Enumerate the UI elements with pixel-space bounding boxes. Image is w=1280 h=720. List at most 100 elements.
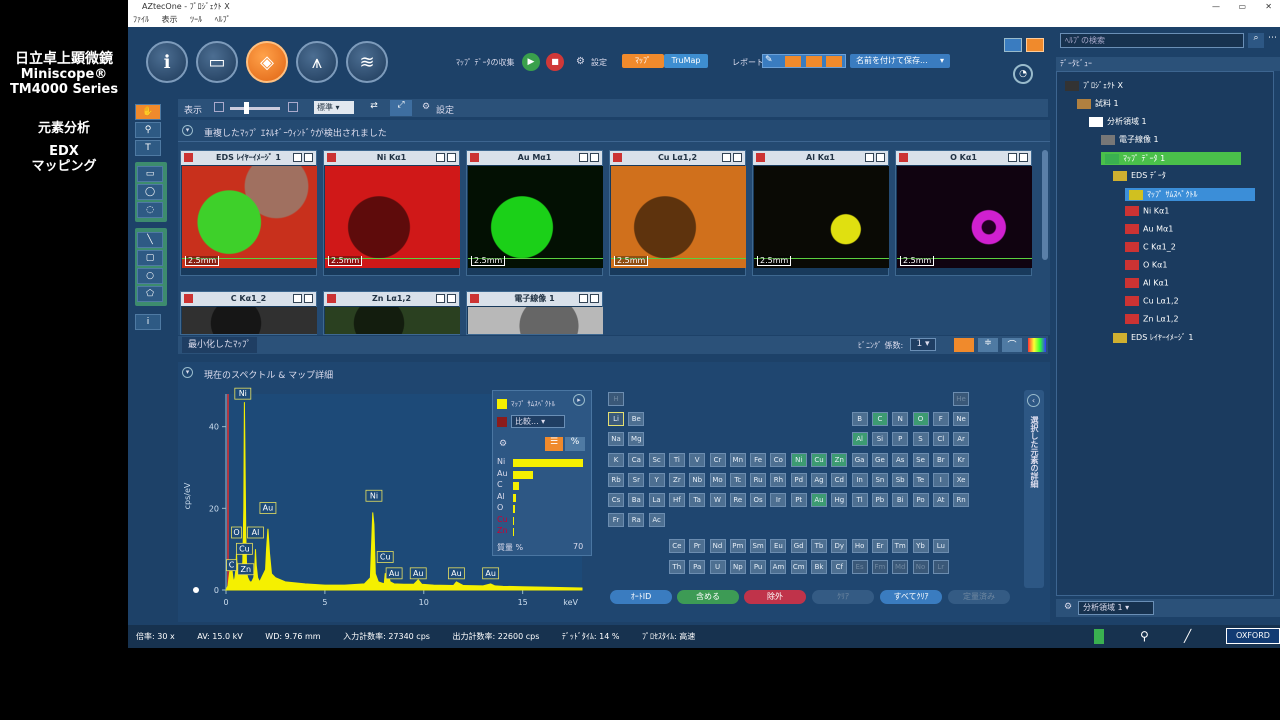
layers-icon[interactable] <box>613 153 622 162</box>
data-view-tab[interactable]: ﾃﾞｰﾀﾋﾞｭｰ <box>1056 57 1280 71</box>
element-Cd[interactable]: Cd <box>831 472 848 487</box>
element-Ti[interactable]: Ti <box>668 452 685 467</box>
download-icon[interactable] <box>579 294 588 303</box>
gauge-icon[interactable]: ◔ <box>1013 64 1033 84</box>
element-Pa[interactable]: Pa <box>689 559 706 574</box>
map-tile[interactable]: Au Mα1 2.5mm <box>466 150 603 276</box>
layers-icon[interactable] <box>327 153 336 162</box>
element-Sc[interactable]: Sc <box>648 452 665 467</box>
layers-icon[interactable] <box>899 153 908 162</box>
element-Al[interactable]: Al <box>851 432 868 447</box>
download-icon[interactable] <box>722 153 731 162</box>
download-icon[interactable] <box>579 153 588 162</box>
stop-button[interactable]: ■ <box>546 53 564 71</box>
download-icon[interactable] <box>436 153 445 162</box>
tree-item[interactable]: 分析領域 1 <box>1089 116 1147 127</box>
maps-scrollbar[interactable] <box>1042 150 1048 260</box>
grid-view-icon[interactable] <box>214 102 224 112</box>
zoom-slider-handle[interactable] <box>244 102 249 114</box>
circle-tool-button[interactable]: ○ <box>137 268 163 284</box>
element-details-side-tab[interactable]: ‹ 選択した元素の詳細 <box>1024 390 1044 588</box>
element-Th[interactable]: Th <box>668 559 685 574</box>
element-Te[interactable]: Te <box>912 472 929 487</box>
element-Hg[interactable]: Hg <box>831 493 848 507</box>
element-Ir[interactable]: Ir <box>770 493 787 507</box>
element-Sb[interactable]: Sb <box>892 472 909 487</box>
tree-item[interactable]: Zn Lα1,2 <box>1125 314 1179 324</box>
element-Cl[interactable]: Cl <box>932 432 949 447</box>
clear-all-button[interactable]: すべてｸﾘｱ <box>880 590 942 604</box>
box-tool-button[interactable]: ▢ <box>137 250 163 266</box>
layout-single-button[interactable] <box>1004 38 1022 52</box>
grid-overlay-icon[interactable] <box>954 338 974 352</box>
list-view-icon[interactable]: ☰ <box>545 437 563 451</box>
element-Dy[interactable]: Dy <box>831 539 848 554</box>
close-icon[interactable] <box>876 153 885 162</box>
element-He[interactable]: He <box>953 392 970 406</box>
autoid-button[interactable]: ｵｰﾄID <box>610 590 672 604</box>
pin-icon[interactable]: ⤢ <box>390 100 412 116</box>
microscope-nav-button[interactable]: ▭ <box>196 41 238 83</box>
element-Sr[interactable]: Sr <box>628 472 645 487</box>
line-overlay-icon[interactable]: ≑ <box>978 338 998 352</box>
tree-item[interactable]: Ni Kα1 <box>1125 206 1169 216</box>
element-V[interactable]: V <box>689 452 706 467</box>
confirmed-button[interactable]: 定量済み <box>948 590 1010 604</box>
download-icon[interactable] <box>865 153 874 162</box>
layers-icon[interactable] <box>756 153 765 162</box>
help-search-input[interactable]: ﾍﾙﾌﾟの検索 <box>1060 33 1244 48</box>
hand-tool-button[interactable]: ✋ <box>135 104 161 120</box>
element-Cr[interactable]: Cr <box>709 452 726 467</box>
clear-button[interactable]: ｸﾘｱ <box>812 590 874 604</box>
element-Se[interactable]: Se <box>912 452 929 467</box>
layers-icon[interactable] <box>470 294 479 303</box>
element-Na[interactable]: Na <box>608 432 624 447</box>
freehand-select-button[interactable]: ◌ <box>137 202 163 218</box>
tree-item[interactable]: ﾏｯﾌﾟ ﾃﾞｰﾀ 1 <box>1101 152 1241 165</box>
map-tile[interactable]: Zn Lα1,2 <box>323 291 460 335</box>
map-tile[interactable]: Al Kα1 2.5mm <box>752 150 889 276</box>
element-Cs[interactable]: Cs <box>608 493 624 507</box>
element-K[interactable]: K <box>608 452 624 467</box>
close-icon[interactable] <box>733 153 742 162</box>
element-Mo[interactable]: Mo <box>709 472 726 487</box>
element-Tc[interactable]: Tc <box>729 472 746 487</box>
element-I[interactable]: I <box>932 472 949 487</box>
close-icon[interactable]: ✕ <box>1265 0 1272 13</box>
swap-icon[interactable]: ⇄ <box>364 101 384 115</box>
info-tool-button[interactable]: i <box>135 314 161 330</box>
element-Mn[interactable]: Mn <box>729 452 746 467</box>
color-palette-icon[interactable] <box>1028 338 1046 352</box>
element-Pm[interactable]: Pm <box>729 539 746 554</box>
element-O[interactable]: O <box>912 412 929 427</box>
element-Os[interactable]: Os <box>750 493 767 507</box>
element-Nd[interactable]: Nd <box>709 539 726 554</box>
layers-icon[interactable] <box>184 294 193 303</box>
expand-icon[interactable]: ⋯ <box>1268 33 1280 48</box>
element-Pr[interactable]: Pr <box>689 539 706 554</box>
layout-grid-button[interactable] <box>1026 38 1044 52</box>
report-layers-icon[interactable] <box>806 56 822 67</box>
layers-icon[interactable] <box>184 153 193 162</box>
element-Pd[interactable]: Pd <box>790 472 807 487</box>
layers-icon[interactable] <box>470 153 479 162</box>
ellipse-select-button[interactable]: ◯ <box>137 184 163 200</box>
exclude-button[interactable]: 除外 <box>744 590 806 604</box>
close-icon[interactable] <box>304 153 313 162</box>
menu-tools[interactable]: ﾂｰﾙ <box>190 15 202 24</box>
element-Pb[interactable]: Pb <box>871 493 888 507</box>
element-Ar[interactable]: Ar <box>953 432 970 447</box>
element-Tb[interactable]: Tb <box>811 539 827 554</box>
percent-button[interactable]: % <box>565 437 585 451</box>
element-As[interactable]: As <box>892 452 909 467</box>
element-Zn[interactable]: Zn <box>831 452 848 467</box>
element-Ca[interactable]: Ca <box>628 452 645 467</box>
tree-item[interactable]: 電子線像 1 <box>1101 134 1159 145</box>
element-Kr[interactable]: Kr <box>953 452 970 467</box>
element-H[interactable]: H <box>608 392 624 406</box>
element-Ho[interactable]: Ho <box>851 539 868 554</box>
element-Ga[interactable]: Ga <box>851 452 868 467</box>
compare-select[interactable]: 比較... ▾ <box>511 415 565 428</box>
element-No[interactable]: No <box>912 559 929 574</box>
map-tile[interactable]: 電子線像 1 <box>466 291 603 335</box>
